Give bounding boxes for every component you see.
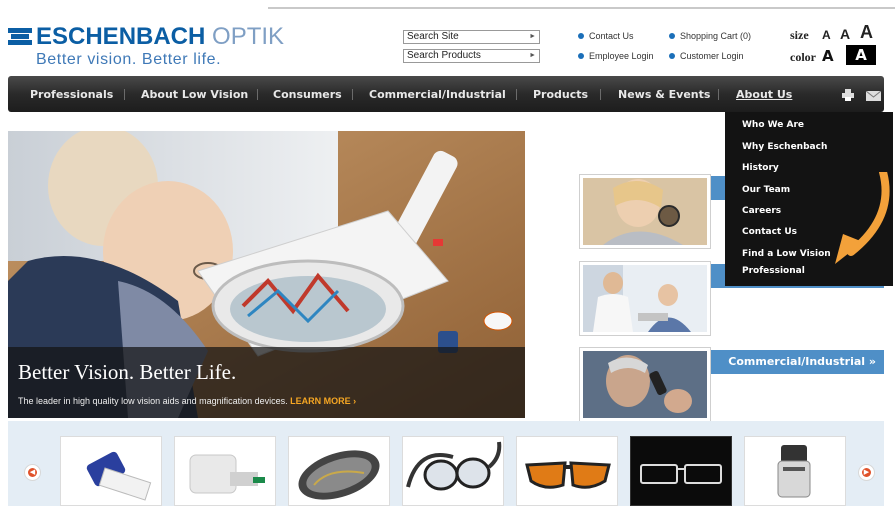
side-tab-commercial[interactable]: Commercial/Industrial » <box>711 350 884 374</box>
main-nav: Professionals About Low Vision Consumers… <box>8 76 884 112</box>
chevron-right-icon: ► <box>529 52 536 59</box>
chevron-right-icon: ▶ <box>862 468 871 477</box>
carousel-product-6[interactable] <box>630 436 732 506</box>
search-site-select[interactable]: Search Site ► <box>403 30 540 44</box>
menu-item-our-team[interactable]: Our Team <box>742 185 790 195</box>
mail-icon[interactable] <box>866 91 881 101</box>
nav-divider <box>718 89 719 100</box>
contact-us-label: Contact Us <box>589 31 634 41</box>
thumb-consumers-image <box>583 178 707 245</box>
carousel-product-5[interactable] <box>516 436 618 506</box>
hero-subtitle: The leader in high quality low vision ai… <box>18 396 356 406</box>
color-high-contrast-button[interactable]: A <box>846 45 876 65</box>
nav-about-us[interactable]: About Us <box>736 88 792 101</box>
nav-commercial-industrial[interactable]: Commercial/Industrial <box>369 88 506 101</box>
hero-title: Better Vision. Better Life. <box>18 360 237 384</box>
print-icon[interactable] <box>842 89 854 101</box>
customer-login-label: Customer Login <box>680 51 744 61</box>
employee-login-link[interactable]: Employee Login <box>578 51 654 61</box>
page: ESCHENBACH OPTIK Better vision. Better l… <box>0 0 895 506</box>
nav-news-events[interactable]: News & Events <box>618 88 710 101</box>
product-image <box>777 445 811 498</box>
search-products-label: Search Products <box>407 50 481 61</box>
menu-item-history[interactable]: History <box>742 163 779 173</box>
chevron-right-icon: ► <box>529 33 536 40</box>
bullet-icon <box>669 33 675 39</box>
text-size-large-button[interactable]: A <box>860 22 873 43</box>
about-us-dropdown: Who We Are Why Eschenbach History Our Te… <box>725 112 893 286</box>
carousel-product-7[interactable] <box>744 436 846 506</box>
menu-item-contact-us[interactable]: Contact Us <box>742 227 797 237</box>
menu-item-careers[interactable]: Careers <box>742 206 781 216</box>
thumb-consumers[interactable] <box>580 175 710 248</box>
color-normal-button[interactable]: A <box>822 47 834 65</box>
bullet-icon <box>669 53 675 59</box>
learn-more-link[interactable]: LEARN MORE › <box>290 396 356 406</box>
menu-item-find-low-vision[interactable]: Find a Low Vision <box>742 249 831 259</box>
thumb-commercial[interactable] <box>580 348 710 421</box>
employee-login-label: Employee Login <box>589 51 654 61</box>
product-image <box>525 461 611 489</box>
product-image <box>406 441 502 491</box>
nav-divider <box>124 89 125 100</box>
carousel-product-4[interactable] <box>402 436 504 506</box>
product-carousel: ◀ ▶ <box>8 421 884 506</box>
product-image <box>189 454 265 494</box>
carousel-product-1[interactable] <box>60 436 162 506</box>
menu-item-professional[interactable]: Professional <box>742 266 805 276</box>
thumb-professionals-image <box>583 265 707 332</box>
brand-name: ESCHENBACH OPTIK <box>36 24 284 50</box>
hero-subtitle-text: The leader in high quality low vision ai… <box>18 396 288 406</box>
menu-item-who-we-are[interactable]: Who We Are <box>742 120 804 130</box>
header-rule <box>268 7 895 9</box>
size-label: size <box>790 28 809 42</box>
carousel-product-3[interactable] <box>288 436 390 506</box>
nav-divider <box>600 89 601 100</box>
carousel-next-button[interactable]: ▶ <box>858 464 875 481</box>
menu-item-why-eschenbach[interactable]: Why Eschenbach <box>742 142 827 152</box>
arrow-pointer-icon <box>835 172 890 264</box>
nav-divider <box>516 89 517 100</box>
nav-divider <box>257 89 258 100</box>
thumb-professionals[interactable] <box>580 262 710 335</box>
carousel-product-2[interactable] <box>174 436 276 506</box>
nav-about-low-vision[interactable]: About Low Vision <box>141 88 248 101</box>
product-image <box>86 451 152 501</box>
brand-tagline: Better vision. Better life. <box>36 51 222 68</box>
carousel-prev-button[interactable]: ◀ <box>24 464 41 481</box>
color-label: color <box>790 50 816 64</box>
side-tab-commercial-label: Commercial/Industrial » <box>728 355 876 368</box>
nav-divider <box>352 89 353 100</box>
thumb-commercial-image <box>583 351 707 418</box>
bullet-icon <box>578 53 584 59</box>
product-image <box>298 450 380 500</box>
nav-products[interactable]: Products <box>533 88 588 101</box>
bullet-icon <box>578 33 584 39</box>
customer-login-link[interactable]: Customer Login <box>669 51 744 61</box>
text-size-small-button[interactable]: A <box>822 28 831 42</box>
brand-name-bold: ESCHENBACH <box>36 23 206 50</box>
nav-consumers[interactable]: Consumers <box>273 88 342 101</box>
brand-name-light: OPTIK <box>205 23 285 50</box>
logo-mark-icon <box>8 28 32 46</box>
shopping-cart-label: Shopping Cart (0) <box>680 31 752 41</box>
product-image <box>640 464 722 484</box>
contact-us-link[interactable]: Contact Us <box>578 31 634 41</box>
chevron-left-icon: ◀ <box>28 468 37 477</box>
nav-professionals[interactable]: Professionals <box>30 88 113 101</box>
shopping-cart-link[interactable]: Shopping Cart (0) <box>669 31 751 41</box>
search-products-select[interactable]: Search Products ► <box>403 49 540 63</box>
search-site-label: Search Site <box>407 31 459 42</box>
text-size-medium-button[interactable]: A <box>840 26 850 42</box>
